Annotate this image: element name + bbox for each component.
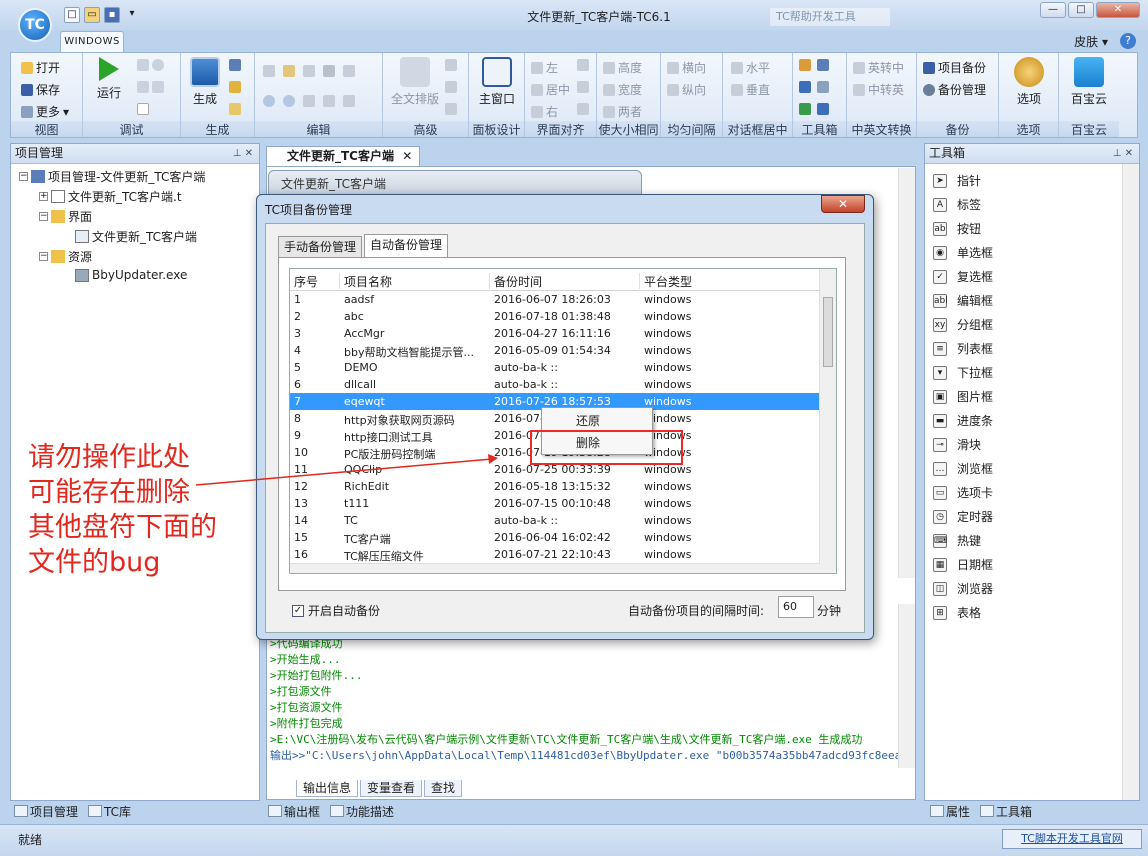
annotation-arrow [195,454,498,486]
app-logo[interactable]: TC [18,8,52,42]
annotation-line: 文件的bug [28,547,161,578]
annotation-line: 可能存在删除 [28,477,190,508]
annotation-line: 请勿操作此处 [28,442,190,473]
annotation-line: 其他盘符下面的 [28,512,217,543]
annotation-text: 请勿操作此处 可能存在删除 其他盘符下面的 文件的bug [28,440,217,580]
